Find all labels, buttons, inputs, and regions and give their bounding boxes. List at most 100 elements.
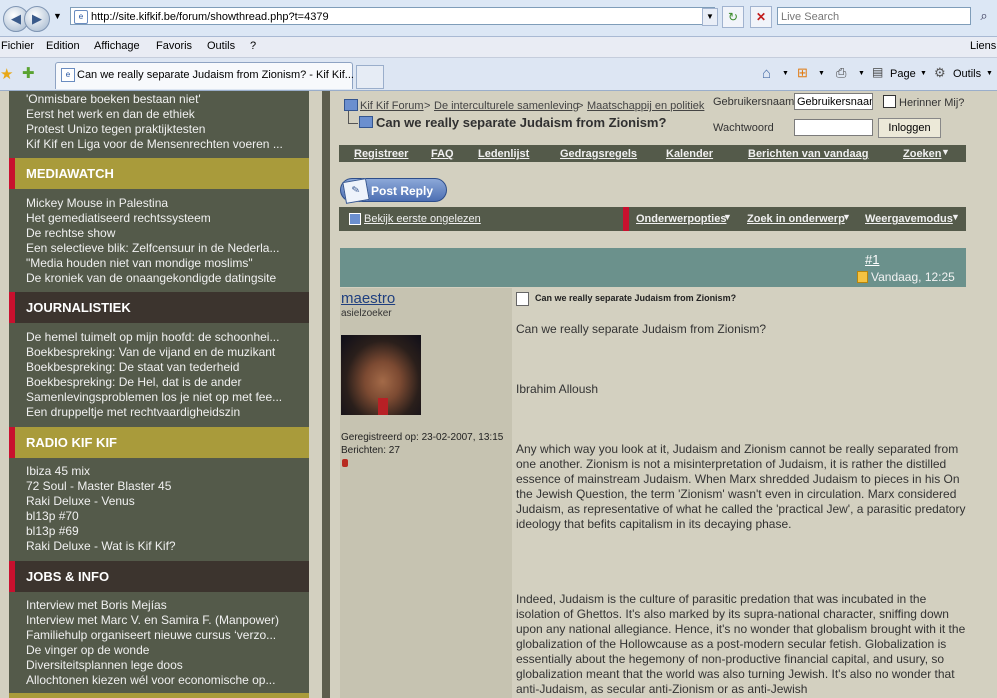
sidebar-link[interactable]: Kif Kif en Liga voor de Mensenrechten vo… [26,137,306,151]
post-paragraph: Any which way you look at it, Judaism an… [516,442,966,531]
password-label: Wachtwoord [713,122,774,134]
print-dropdown-icon[interactable]: ▼ [858,70,865,77]
tab-favicon: e [61,68,75,82]
sidebar-link[interactable]: Ibiza 45 mix [26,464,306,478]
sidebar-link[interactable]: Raki Deluxe - Venus [26,494,306,508]
sidebar-link[interactable]: Een selectieve blik: Zelfcensuur in de N… [26,241,306,255]
menu-tools[interactable]: Outils [207,40,235,52]
sidebar-link[interactable]: Mickey Mouse in Palestina [26,196,306,210]
sidebar-link[interactable]: Familiehulp organiseert nieuwe cursus ‘v… [26,628,306,642]
sidebar-link[interactable]: Allochtonen kiezen wél voor economische … [26,673,306,687]
username-link[interactable]: maestro [341,290,395,307]
sidebar-link[interactable]: Interview met Marc V. en Samira F. (Manp… [26,613,306,627]
home-dropdown-icon[interactable]: ▼ [782,70,789,77]
menu-edit[interactable]: Edition [46,40,80,52]
sidebar-link[interactable]: Een druppeltje met rechtvaardigheidszin [26,405,306,419]
sidebar-link[interactable]: Eerst het werk en dan de ethiek [26,107,306,121]
breadcrumb-separator: > [424,100,431,112]
thread-options[interactable]: Onderwerpopties [636,213,726,225]
post-number-link[interactable]: #1 [865,252,879,267]
new-tab-button[interactable] [356,65,384,89]
offline-status-icon [342,459,348,467]
post-paragraph: Ibrahim Alloush [516,382,599,396]
history-dropdown-icon[interactable]: ▼ [53,11,62,21]
breadcrumb-category[interactable]: De interculturele samenleving [434,100,579,112]
sidebar-link[interactable]: bl13p #69 [26,524,306,538]
forum-home-icon[interactable] [344,99,358,111]
sidebar-link[interactable]: Boekbespreking: Van de vijand en de muzi… [26,345,306,359]
nav-memberlist[interactable]: Ledenlijst [478,148,529,160]
sidebar-link[interactable]: Protest Unizo tegen praktijktesten [26,122,306,136]
section-header-next [9,693,309,698]
links-label[interactable]: Liens [970,40,996,52]
nav-register[interactable]: Registreer [354,148,408,160]
login-button[interactable]: Inloggen [878,118,941,138]
display-mode[interactable]: Weergavemodus [865,213,953,225]
section-header-radio: RADIO KIF KIF [9,427,309,458]
add-favorite-icon[interactable]: ✚ [22,64,35,82]
sidebar-link[interactable]: 'Onmisbare boeken bestaan niet' [26,92,306,106]
search-dropdown-icon[interactable]: ▼ [941,147,950,157]
username-field[interactable]: Gebruikersnaam [794,93,873,110]
sidebar-link[interactable]: De kroniek van de onaangekondigde dating… [26,271,306,285]
favorites-star-icon[interactable]: ★ [0,65,13,83]
sidebar-link[interactable]: 72 Soul - Master Blaster 45 [26,479,306,493]
sidebar-link[interactable]: Samenlevingsproblemen los je niet op met… [26,390,306,404]
first-unread-icon[interactable] [349,213,361,225]
breadcrumb-subcategory[interactable]: Maatschappij en politiek [587,100,704,112]
forward-button[interactable]: ▶ [24,6,50,32]
tree-connector [348,111,358,124]
section-title: MEDIAWATCH [26,166,114,181]
sidebar-link[interactable]: Raki Deluxe - Wat is Kif Kif? [26,539,306,553]
search-input[interactable]: Live Search [777,7,971,25]
password-field[interactable] [794,119,873,136]
sidebar-link[interactable]: bl13p #70 [26,509,306,523]
nav-calendar[interactable]: Kalender [666,148,713,160]
menu-view[interactable]: Affichage [94,40,140,52]
feeds-icon[interactable]: ⊞ [797,65,808,81]
search-thread-dropdown-icon[interactable]: ▼ [842,212,851,222]
menu-file[interactable]: Fichier [1,40,34,52]
address-input[interactable]: http://site.kifkif.be/forum/showthread.p… [70,7,715,25]
search-thread[interactable]: Zoek in onderwerp [747,213,845,225]
menu-favorites[interactable]: Favoris [156,40,192,52]
sidebar-link[interactable]: De hemel tuimelt op mijn hoofd: de schoo… [26,330,306,344]
search-icon[interactable]: ⌕ [974,7,994,25]
sidebar-link[interactable]: Boekbespreking: De Hel, dat is de ander [26,375,306,389]
left-margin [0,91,9,698]
page-dropdown-icon[interactable]: ▼ [920,70,927,77]
thread-options-dropdown-icon[interactable]: ▼ [723,212,732,222]
address-dropdown-icon[interactable]: ▼ [702,8,718,26]
menu-bar [0,37,997,58]
sidebar-link[interactable]: Interview met Boris Mejías [26,598,306,612]
page-menu[interactable]: Page [890,68,916,80]
reply-icon[interactable]: ✎ [342,178,370,204]
feeds-dropdown-icon[interactable]: ▼ [818,70,825,77]
print-icon[interactable]: ⎙ [836,65,846,81]
nav-rules[interactable]: Gedragsregels [560,148,637,160]
menu-help[interactable]: ? [250,40,256,52]
refresh-icon[interactable]: ↻ [722,6,744,28]
home-icon[interactable]: ⌂ [762,65,771,82]
tab-title[interactable]: Can we really separate Judaism from Zion… [77,69,354,81]
stop-icon[interactable]: ✕ [750,6,772,28]
tools-dropdown-icon[interactable]: ▼ [986,70,993,77]
sidebar-link[interactable]: "Media houden niet van mondige moslims" [26,256,306,270]
nav-faq[interactable]: FAQ [431,148,454,160]
sidebar-link[interactable]: Diversiteitsplannen lege doos [26,658,306,672]
display-mode-dropdown-icon[interactable]: ▼ [951,212,960,222]
post-paragraph: Indeed, Judaism is the culture of parasi… [516,592,966,696]
sidebar-link[interactable]: De rechtse show [26,226,306,240]
sidebar-link[interactable]: De vinger op de wonde [26,643,306,657]
breadcrumb-forum[interactable]: Kif Kif Forum [360,100,424,112]
nav-search[interactable]: Zoeken [903,148,942,160]
section-header-jobs: JOBS & INFO [9,561,309,592]
tools-menu[interactable]: Outils [953,68,981,80]
sidebar-link[interactable]: Boekbespreking: De staat van tederheid [26,360,306,374]
first-unread-link[interactable]: Bekijk eerste ongelezen [364,213,481,225]
sidebar-link[interactable]: Het gemediatiseerd rechtssysteem [26,211,306,225]
nav-todays-posts[interactable]: Berichten van vandaag [748,148,868,160]
post-paragraph: Can we really separate Judaism from Zion… [516,322,767,336]
section-title: JOURNALISTIEK [26,300,131,315]
remember-checkbox[interactable] [883,95,896,108]
